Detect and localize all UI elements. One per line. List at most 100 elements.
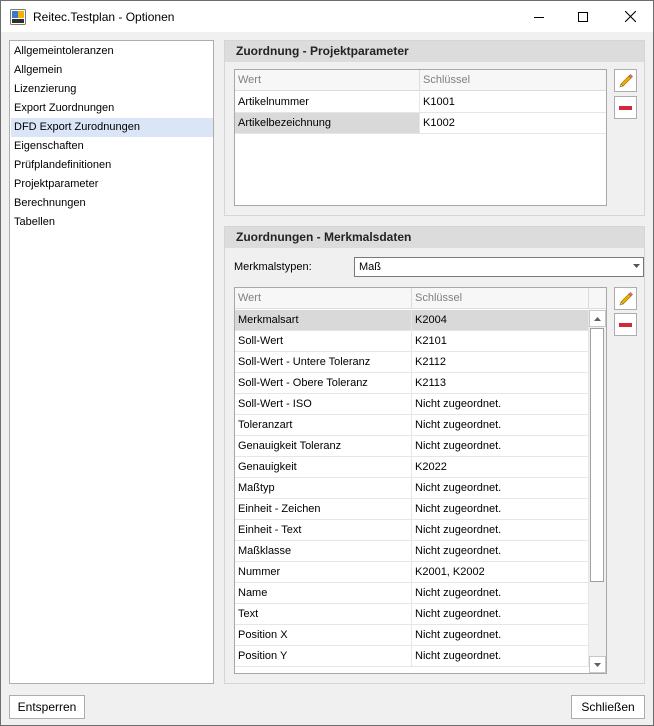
close-window-button[interactable] xyxy=(607,1,653,32)
cell-wert[interactable]: Maßklasse xyxy=(235,541,412,561)
nav-item-tabellen[interactable]: Tabellen xyxy=(11,213,213,232)
cell-wert[interactable]: Position Y xyxy=(235,646,412,666)
table-row[interactable]: Toleranzart Nicht zugeordnet. xyxy=(235,415,589,436)
cell-schluessel[interactable]: K2001, K2002 xyxy=(412,562,589,582)
nav-item-dfd-export[interactable]: DFD Export Zurodnungen xyxy=(11,118,213,137)
table-row[interactable]: Einheit - Text Nicht zugeordnet. xyxy=(235,520,589,541)
cell-wert[interactable]: Name xyxy=(235,583,412,603)
title-bar: Reitec.Testplan - Optionen xyxy=(1,1,653,32)
cell-schluessel[interactable]: Nicht zugeordnet. xyxy=(412,415,589,435)
nav-item-export-zuordnungen[interactable]: Export Zuordnungen xyxy=(11,99,213,118)
cell-wert[interactable]: Soll-Wert xyxy=(235,331,412,351)
table-row[interactable]: Genauigkeit K2022 xyxy=(235,457,589,478)
cell-schluessel[interactable]: K2101 xyxy=(412,331,589,351)
cell-schluessel[interactable]: Nicht zugeordnet. xyxy=(412,541,589,561)
nav-item-allgemeintoleranzen[interactable]: Allgemeintoleranzen xyxy=(11,42,213,61)
cell-wert[interactable]: Genauigkeit Toleranz xyxy=(235,436,412,456)
table-row[interactable]: Position Y Nicht zugeordnet. xyxy=(235,646,589,667)
projektparameter-header: Zuordnung - Projektparameter xyxy=(225,41,644,62)
table-row[interactable]: Soll-Wert - ISO Nicht zugeordnet. xyxy=(235,394,589,415)
cell-wert[interactable]: Einheit - Text xyxy=(235,520,412,540)
minimize-button[interactable] xyxy=(516,1,562,32)
table-row[interactable]: Soll-Wert - Obere Toleranz K2113 xyxy=(235,373,589,394)
maximize-icon xyxy=(578,11,588,22)
cell-schluessel[interactable]: Nicht zugeordnet. xyxy=(412,436,589,456)
table-row[interactable]: Soll-Wert - Untere Toleranz K2112 xyxy=(235,352,589,373)
table-row[interactable]: Maßklasse Nicht zugeordnet. xyxy=(235,541,589,562)
close-button[interactable]: Schließen xyxy=(571,695,645,719)
minus-icon xyxy=(619,322,632,327)
cell-schluessel[interactable]: Nicht zugeordnet. xyxy=(412,394,589,414)
cell-wert[interactable]: Soll-Wert - Obere Toleranz xyxy=(235,373,412,393)
nav-item-pruefplandefinitionen[interactable]: Prüfplandefinitionen xyxy=(11,156,213,175)
cell-wert[interactable]: Toleranzart xyxy=(235,415,412,435)
close-icon xyxy=(624,11,636,22)
cell-schluessel[interactable]: Nicht zugeordnet. xyxy=(412,625,589,645)
remove-projekt-button[interactable] xyxy=(614,96,637,119)
cell-schluessel[interactable]: Nicht zugeordnet. xyxy=(412,478,589,498)
cell-wert[interactable]: Maßtyp xyxy=(235,478,412,498)
cell-schluessel[interactable]: Nicht zugeordnet. xyxy=(412,520,589,540)
cell-schluessel[interactable]: Nicht zugeordnet. xyxy=(412,583,589,603)
cell-schluessel[interactable]: K2112 xyxy=(412,352,589,372)
scroll-up-icon xyxy=(594,316,601,321)
cell-schluessel[interactable]: K2004 xyxy=(412,310,589,330)
table-row[interactable]: Text Nicht zugeordnet. xyxy=(235,604,589,625)
merkmalstypen-select[interactable]: Maß xyxy=(354,257,644,277)
cell-wert[interactable]: Position X xyxy=(235,625,412,645)
table-row[interactable]: Name Nicht zugeordnet. xyxy=(235,583,589,604)
table-row[interactable]: Nummer K2001, K2002 xyxy=(235,562,589,583)
cell-wert[interactable]: Text xyxy=(235,604,412,624)
grid-header: Wert Schlüssel xyxy=(235,70,606,91)
scroll-up-button[interactable] xyxy=(589,310,606,327)
column-header-schluessel[interactable]: Schlüssel xyxy=(420,70,606,91)
nav-item-eigenschaften[interactable]: Eigenschaften xyxy=(11,137,213,156)
cell-schluessel[interactable]: K1001 xyxy=(420,92,606,112)
unlock-button[interactable]: Entsperren xyxy=(9,695,85,719)
cell-schluessel[interactable]: Nicht zugeordnet. xyxy=(412,499,589,519)
nav-item-lizenzierung[interactable]: Lizenzierung xyxy=(11,80,213,99)
column-header-wert[interactable]: Wert xyxy=(235,70,420,91)
grid-header: Wert Schlüssel xyxy=(235,288,606,309)
cell-wert[interactable]: Artikelnummer xyxy=(235,92,420,112)
cell-wert[interactable]: Genauigkeit xyxy=(235,457,412,477)
nav-item-allgemein[interactable]: Allgemein xyxy=(11,61,213,80)
cell-wert[interactable]: Soll-Wert - ISO xyxy=(235,394,412,414)
maximize-button[interactable] xyxy=(560,1,606,32)
cell-wert[interactable]: Einheit - Zeichen xyxy=(235,499,412,519)
table-row[interactable]: Position X Nicht zugeordnet. xyxy=(235,625,589,646)
table-row[interactable]: Artikelnummer K1001 xyxy=(235,92,606,113)
table-row-selected[interactable]: Merkmalsart K2004 xyxy=(235,310,589,331)
remove-merkmal-button[interactable] xyxy=(614,313,637,336)
cell-wert[interactable]: Artikelbezeichnung xyxy=(235,113,420,133)
pencil-icon xyxy=(619,291,633,305)
scroll-down-button[interactable] xyxy=(589,656,606,673)
pencil-icon xyxy=(619,73,633,87)
cell-schluessel[interactable]: Nicht zugeordnet. xyxy=(412,604,589,624)
cell-schluessel[interactable]: Nicht zugeordnet. xyxy=(412,646,589,666)
cell-wert[interactable]: Soll-Wert - Untere Toleranz xyxy=(235,352,412,372)
scroll-down-icon xyxy=(594,662,601,667)
nav-item-berechnungen[interactable]: Berechnungen xyxy=(11,194,213,213)
table-row[interactable]: Einheit - Zeichen Nicht zugeordnet. xyxy=(235,499,589,520)
column-header-wert[interactable]: Wert xyxy=(235,288,412,309)
cell-schluessel[interactable]: K2113 xyxy=(412,373,589,393)
minus-icon xyxy=(619,105,632,110)
options-window: Reitec.Testplan - Optionen Allgemeintole… xyxy=(0,0,654,726)
merkmalstypen-label: Merkmalstypen: xyxy=(234,261,312,273)
vertical-scrollbar[interactable] xyxy=(589,310,606,673)
table-row[interactable]: Maßtyp Nicht zugeordnet. xyxy=(235,478,589,499)
table-row[interactable]: Soll-Wert K2101 xyxy=(235,331,589,352)
nav-item-projektparameter[interactable]: Projektparameter xyxy=(11,175,213,194)
edit-merkmal-button[interactable] xyxy=(614,287,637,310)
cell-wert[interactable]: Merkmalsart xyxy=(235,310,412,330)
merkmalsdaten-grid: Wert Schlüssel Merkmalsart K2004 Soll-Wert… xyxy=(234,287,607,674)
cell-schluessel[interactable]: K2022 xyxy=(412,457,589,477)
scrollbar-thumb[interactable] xyxy=(590,328,604,582)
edit-projekt-button[interactable] xyxy=(614,69,637,92)
table-row[interactable]: Genauigkeit Toleranz Nicht zugeordnet. xyxy=(235,436,589,457)
cell-wert[interactable]: Nummer xyxy=(235,562,412,582)
column-header-schluessel[interactable]: Schlüssel xyxy=(412,288,589,309)
table-row-selected[interactable]: Artikelbezeichnung K1002 xyxy=(235,113,606,134)
cell-schluessel[interactable]: K1002 xyxy=(420,113,606,133)
